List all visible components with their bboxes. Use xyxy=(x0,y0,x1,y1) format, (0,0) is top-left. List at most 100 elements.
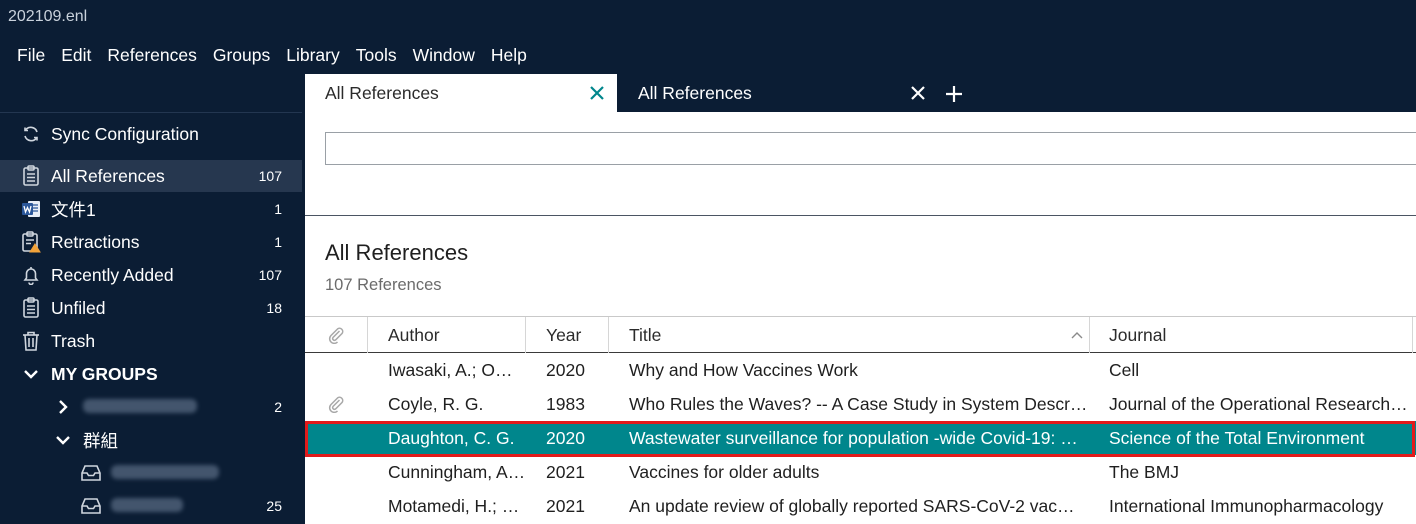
table-row-selected[interactable]: Daughton, C. G. 2020 Wastewater surveill… xyxy=(305,421,1416,455)
add-tab-icon[interactable] xyxy=(940,80,968,108)
title-cell: Why and How Vaccines Work xyxy=(629,359,858,380)
sidebar-group-set-1[interactable]: 2 xyxy=(0,391,302,423)
sidebar-item-label: All References xyxy=(51,165,165,186)
sidebar-item-count: 2 xyxy=(274,399,282,415)
sidebar-item-count: 1 xyxy=(274,201,282,217)
table-row[interactable]: Iwasaki, A.; Om… 2020 Why and How Vaccin… xyxy=(305,353,1416,387)
sidebar-section-label: MY GROUPS xyxy=(51,363,158,384)
sidebar-item-count: 107 xyxy=(258,168,282,184)
close-icon[interactable] xyxy=(583,79,611,107)
sidebar-item-label: 群組 xyxy=(83,430,118,451)
menu-library[interactable]: Library xyxy=(278,45,348,66)
title-cell: An update review of globally reported SA… xyxy=(629,495,1075,516)
redacted-group-name xyxy=(83,397,274,418)
author-cell: Motamedi, H.; … xyxy=(388,495,520,516)
sync-icon xyxy=(20,123,42,145)
chevron-down-icon xyxy=(52,429,74,451)
sidebar-section-my-groups[interactable]: MY GROUPS xyxy=(0,358,302,390)
app-window: 202109.enl File Edit References Groups L… xyxy=(0,0,1416,524)
sidebar-item-retractions[interactable]: Retractions 1 xyxy=(0,226,302,258)
year-cell: 1983 xyxy=(546,393,585,414)
menu-file[interactable]: File xyxy=(9,45,53,66)
inbox-tray-icon xyxy=(80,495,102,517)
author-cell: Cunningham, A… xyxy=(388,461,526,482)
menu-groups[interactable]: Groups xyxy=(205,45,278,66)
sidebar-item-document[interactable]: 文件1 1 xyxy=(0,193,302,225)
sidebar-item-label: Trash xyxy=(51,330,96,351)
column-header-title[interactable]: Title xyxy=(629,317,661,353)
column-divider xyxy=(1412,317,1413,353)
sidebar-item-label: 文件1 xyxy=(51,199,96,220)
journal-cell: International Immunopharmacology xyxy=(1109,495,1384,516)
tab-label: All References xyxy=(638,82,752,103)
menu-edit[interactable]: Edit xyxy=(53,45,99,66)
sidebar-item-label: Recently Added xyxy=(51,264,174,285)
year-cell: 2021 xyxy=(546,495,585,516)
column-header-author[interactable]: Author xyxy=(388,317,440,353)
tab-label: All References xyxy=(325,82,439,103)
trash-icon xyxy=(20,330,42,352)
sidebar-item-unfiled[interactable]: Unfiled 18 xyxy=(0,292,302,324)
main-pane: All References 107 References Author Yea… xyxy=(305,112,1416,524)
title-cell: Wastewater surveillance for population -… xyxy=(629,427,1078,448)
menu-tools[interactable]: Tools xyxy=(348,45,405,66)
column-divider xyxy=(1089,317,1090,353)
redacted-group-name xyxy=(111,496,266,517)
main-divider xyxy=(305,215,1416,216)
sidebar-item-trash[interactable]: Trash xyxy=(0,325,302,357)
title-cell: Who Rules the Waves? -- A Case Study in … xyxy=(629,393,1089,414)
clipboard-icon xyxy=(20,165,42,187)
close-icon[interactable] xyxy=(904,79,932,107)
tab-all-references-1[interactable]: All References xyxy=(305,74,617,112)
journal-cell: The BMJ xyxy=(1109,461,1180,482)
page-title: All References xyxy=(325,240,469,265)
redacted-group-name xyxy=(111,463,302,484)
sidebar-item-count: 25 xyxy=(266,498,282,514)
title-cell: Vaccines for older adults xyxy=(629,461,820,482)
sidebar-item-count: 107 xyxy=(258,267,282,283)
sidebar-item-sync[interactable]: Sync Configuration xyxy=(0,118,302,150)
menu-help[interactable]: Help xyxy=(483,45,535,66)
journal-cell: Journal of the Operational Research … xyxy=(1109,393,1412,414)
sidebar-group-set-2[interactable]: 群組 xyxy=(0,424,302,456)
year-cell: 2020 xyxy=(546,427,585,448)
sidebar-item-label: Sync Configuration xyxy=(51,123,199,144)
journal-cell: Science of the Total Environment xyxy=(1109,427,1365,448)
column-header-year[interactable]: Year xyxy=(546,317,581,353)
attachment-column-icon[interactable] xyxy=(327,317,351,353)
author-cell: Daughton, C. G. xyxy=(388,427,515,448)
sidebar-group-item-1[interactable] xyxy=(0,457,302,489)
journal-cell: Cell xyxy=(1109,359,1140,380)
clipboard-icon xyxy=(20,297,42,319)
tab-all-references-2[interactable]: All References xyxy=(618,74,938,112)
sidebar-item-count: 18 xyxy=(266,300,282,316)
reference-count: 107 References xyxy=(325,276,442,294)
table-row[interactable]: Cunningham, A… 2021 Vaccines for older a… xyxy=(305,455,1416,489)
author-cell: Iwasaki, A.; Om… xyxy=(388,359,526,380)
chevron-right-icon xyxy=(52,396,74,418)
window-title: 202109.enl xyxy=(8,8,88,25)
column-divider xyxy=(608,317,609,353)
sidebar-item-all-references[interactable]: All References 107 xyxy=(0,160,302,192)
paperclip-icon xyxy=(327,387,351,421)
table-row[interactable]: Motamedi, H.; … 2021 An update review of… xyxy=(305,489,1416,523)
sidebar-item-recently-added[interactable]: Recently Added 107 xyxy=(0,259,302,291)
inbox-tray-icon xyxy=(80,462,102,484)
table-row[interactable]: Coyle, R. G. 1983 Who Rules the Waves? -… xyxy=(305,387,1416,421)
sidebar: Sync Configuration All References 107 文件… xyxy=(0,112,302,524)
sort-ascending-icon[interactable] xyxy=(1071,317,1085,353)
chevron-down-icon xyxy=(20,363,42,385)
search-input[interactable] xyxy=(325,132,1416,165)
table-header: Author Year Title Journal xyxy=(305,316,1416,353)
menu-bar: File Edit References Groups Library Tool… xyxy=(0,40,535,70)
author-cell: Coyle, R. G. xyxy=(388,393,484,414)
bell-icon xyxy=(20,264,42,286)
sidebar-item-label: Retractions xyxy=(51,231,140,252)
sidebar-item-count: 1 xyxy=(274,234,282,250)
clipboard-warning-icon xyxy=(20,231,42,253)
sidebar-group-item-2[interactable]: 25 xyxy=(0,490,302,522)
column-header-journal[interactable]: Journal xyxy=(1109,317,1166,353)
sidebar-divider xyxy=(0,112,302,113)
menu-window[interactable]: Window xyxy=(405,45,483,66)
menu-references[interactable]: References xyxy=(99,45,205,66)
